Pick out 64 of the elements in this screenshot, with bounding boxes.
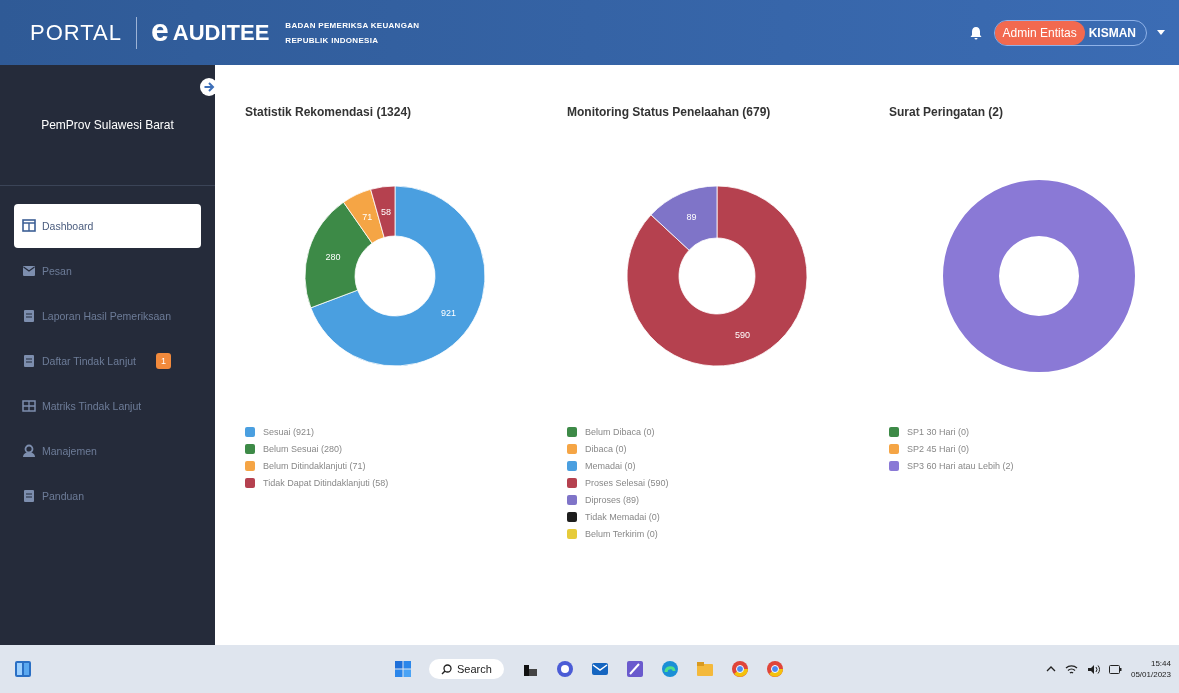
legend-label: Proses Selesai (590): [585, 478, 669, 488]
legend-label: Belum Terkirim (0): [585, 529, 658, 539]
wifi-icon[interactable]: [1064, 663, 1078, 675]
chat-bubble-icon[interactable]: [555, 660, 574, 678]
caret-icon[interactable]: [1157, 30, 1165, 35]
portal-label: PORTAL: [30, 19, 122, 46]
legend-label: SP1 30 Hari (0): [907, 427, 970, 437]
search-field[interactable]: Search: [429, 659, 504, 679]
columns-icon: [22, 219, 36, 233]
chart-title: Surat Peringatan (2): [889, 105, 1004, 119]
slice-value: 71: [362, 212, 373, 223]
legend-label: Sesuai (921): [263, 427, 315, 437]
slice-value: 921: [440, 307, 456, 318]
legend-label: Belum Ditindaklanjuti (71): [263, 461, 366, 471]
user-name: KISMAN: [1087, 25, 1137, 40]
slice-value: 58: [381, 206, 392, 217]
slice-value: 89: [686, 212, 697, 223]
globe-icon[interactable]: [765, 660, 784, 678]
document-icon: [22, 354, 36, 368]
role-badge: Admin Entitas: [994, 20, 1085, 45]
entity-name: PemProv Sulawesi Barat: [40, 117, 175, 134]
legend-label: Memadai (0): [585, 461, 636, 471]
envelope-icon[interactable]: [590, 660, 609, 678]
table-icon: [22, 399, 36, 413]
legend-label: Belum Sesuai (280): [263, 444, 343, 454]
legend-label: SP3 60 Hari atau Lebih (2): [907, 461, 1014, 471]
legend-label: Belum Dibaca (0): [585, 427, 655, 437]
chart-title: Monitoring Status Penelaahan (679): [567, 105, 771, 119]
chart-title: Statistik Rekomendasi (1324): [245, 105, 412, 119]
wave-icon[interactable]: [660, 660, 679, 678]
search-icon: [441, 663, 452, 675]
pencil-icon[interactable]: [625, 660, 644, 678]
nav-item[interactable]: Manajemen: [14, 429, 201, 473]
logo-letter: e: [151, 13, 169, 46]
slice-value: 590: [735, 329, 751, 340]
nav-item[interactable]: Dashboard: [14, 204, 201, 248]
slice-value: 280: [325, 251, 341, 262]
nav-item[interactable]: Daftar Tindak Lanjut 1: [14, 339, 201, 383]
nav-item[interactable]: Laporan Hasil Pemeriksaan: [14, 294, 201, 338]
arrow-right-icon[interactable]: [200, 78, 218, 96]
battery-icon[interactable]: [1108, 664, 1122, 674]
brand-name: AUDITEE: [172, 19, 270, 46]
speaker-icon[interactable]: [1086, 663, 1100, 675]
clock[interactable]: 15:44 05/01/2023: [1130, 659, 1171, 679]
document-icon: [22, 309, 36, 323]
legend-label: Diproses (89): [585, 495, 640, 505]
widgets-icon[interactable]: [14, 660, 32, 678]
nav-item[interactable]: Pesan: [14, 249, 201, 293]
start-icon[interactable]: [394, 660, 412, 678]
legend-label: Tidak Memadai (0): [585, 512, 660, 522]
globe-icon[interactable]: [730, 660, 749, 678]
legend-label: Tidak Dapat Ditindaklanjuti (58): [263, 478, 389, 488]
org-country: REPUBLIK INDONESIA: [285, 35, 380, 45]
person-icon: [22, 444, 36, 458]
envelope-icon: [22, 264, 36, 278]
chevron-up-icon[interactable]: [1045, 666, 1056, 672]
bell-icon[interactable]: [969, 25, 982, 40]
document-icon: [22, 489, 36, 503]
nav-item[interactable]: Matriks Tindak Lanjut: [14, 384, 201, 428]
org-name: BADAN PEMERIKSA KEUANGAN: [285, 20, 420, 30]
nav-item[interactable]: Panduan: [14, 474, 201, 518]
count-badge: 1: [156, 353, 171, 369]
legend-label: Dibaca (0): [585, 444, 627, 454]
legend-label: SP2 45 Hari (0): [907, 444, 970, 454]
